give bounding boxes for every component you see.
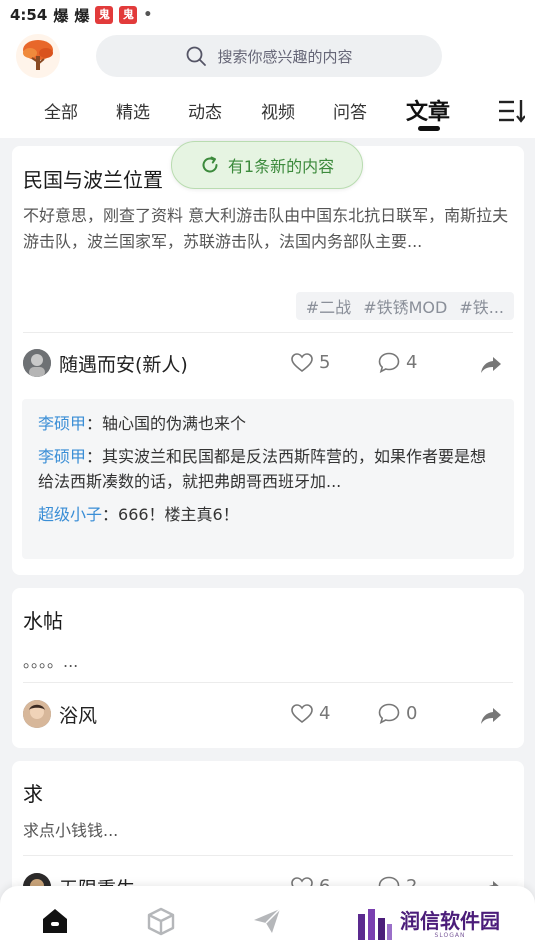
comment-icon xyxy=(378,703,400,724)
author-name[interactable]: 随遇而安(新人) xyxy=(59,350,188,377)
new-content-toast[interactable]: 有1条新的内容 xyxy=(171,141,363,189)
post-author[interactable]: 随遇而安(新人) xyxy=(23,349,188,377)
toast-label: 有1条新的内容 xyxy=(227,157,335,176)
category-tabs: 全部 精选 动态 视频 问答 文章 xyxy=(0,90,535,134)
status-time: 4:54 xyxy=(10,6,48,24)
status-app-icon: 鬼 xyxy=(95,6,114,24)
tab-articles[interactable]: 文章 xyxy=(406,94,450,126)
watermark: 润信软件园 SLOGAN xyxy=(356,906,500,942)
status-app-icon: 鬼 xyxy=(119,6,138,24)
post-excerpt: 。。。。... xyxy=(23,652,79,671)
tree-avatar-icon xyxy=(16,34,60,78)
share-icon[interactable] xyxy=(480,356,502,374)
post-card[interactable]: 民国与波兰位置 不好意思，刚查了资料 意大利游击队由中国东北抗日联军，南斯拉夫游… xyxy=(12,146,524,575)
comment-user[interactable]: 超级小子 xyxy=(38,505,102,524)
post-card[interactable]: 水帖 。。。。... 浴风 4 0 xyxy=(12,588,524,748)
home-icon[interactable] xyxy=(40,906,70,936)
divider xyxy=(23,682,513,683)
send-icon[interactable] xyxy=(252,906,282,936)
comment-count: 0 xyxy=(406,703,418,724)
comment-button[interactable]: 0 xyxy=(378,703,417,724)
comment-user[interactable]: 李硕甲 xyxy=(38,414,86,433)
comment-item[interactable]: 李硕甲：轴心国的伪满也来个 xyxy=(38,411,498,436)
tab-dynamic[interactable]: 动态 xyxy=(188,98,222,123)
post-title[interactable]: 民国与波兰位置 xyxy=(23,164,163,193)
post-tags: #二战 #铁锈MOD #铁... xyxy=(295,292,514,320)
comment-text: ：轴心国的伪满也来个 xyxy=(86,414,247,433)
heart-icon xyxy=(291,352,313,372)
post-title[interactable]: 水帖 xyxy=(23,605,63,634)
post-author[interactable]: 浴风 xyxy=(23,700,97,728)
tab-video[interactable]: 视频 xyxy=(261,98,295,123)
like-count: 5 xyxy=(319,352,331,373)
comment-button[interactable]: 4 xyxy=(378,352,417,373)
tab-qa[interactable]: 问答 xyxy=(333,98,367,123)
tab-menu-icon[interactable] xyxy=(497,98,525,124)
user-avatar[interactable] xyxy=(16,34,60,78)
watermark-logo xyxy=(358,909,392,940)
author-name[interactable]: 浴风 xyxy=(59,701,97,728)
tag[interactable]: #二战 xyxy=(306,294,351,318)
post-excerpt: 求点小钱钱... xyxy=(23,821,119,840)
divider xyxy=(23,332,513,333)
tab-all[interactable]: 全部 xyxy=(44,98,78,123)
search-placeholder: 搜索你感兴趣的内容 xyxy=(217,47,353,66)
like-count: 4 xyxy=(319,703,331,724)
tab-featured[interactable]: 精选 xyxy=(116,98,150,123)
comment-user[interactable]: 李硕甲 xyxy=(38,447,86,466)
post-excerpt: 不好意思，刚查了资料 意大利游击队由中国东北抗日联军，南斯拉夫游击队，波兰国家军… xyxy=(23,206,509,251)
status-bar: 4:54 爆 爆 鬼 鬼 • xyxy=(0,0,535,30)
like-button[interactable]: 4 xyxy=(291,703,330,724)
comment-text: ：其实波兰和民国都是反法西斯阵营的，如果作者要是想给法西斯凑数的话，就把弗朗哥西… xyxy=(38,447,487,491)
status-more-dot: • xyxy=(143,7,153,23)
tag[interactable]: #铁锈MOD xyxy=(363,294,447,318)
comment-item[interactable]: 李硕甲：其实波兰和民国都是反法西斯阵营的，如果作者要是想给法西斯凑数的话，就把弗… xyxy=(38,444,498,494)
header: 搜索你感兴趣的内容 全部 精选 动态 视频 问答 文章 xyxy=(0,30,535,138)
post-title[interactable]: 求 xyxy=(23,778,43,807)
active-tab-indicator xyxy=(418,126,440,131)
author-avatar[interactable] xyxy=(23,700,51,728)
search-bar[interactable]: 搜索你感兴趣的内容 xyxy=(96,35,442,77)
comment-text: ：666！楼主真6！ xyxy=(102,505,239,524)
comment-count: 4 xyxy=(406,352,418,373)
comment-icon xyxy=(378,352,400,373)
box-icon[interactable] xyxy=(146,906,176,936)
status-notification-icon: 爆 xyxy=(53,6,69,25)
comment-preview[interactable]: 李硕甲：轴心国的伪满也来个 李硕甲：其实波兰和民国都是反法西斯阵营的，如果作者要… xyxy=(22,399,514,559)
tag[interactable]: #铁... xyxy=(459,294,504,318)
like-button[interactable]: 5 xyxy=(291,352,330,373)
watermark-brand: 润信软件园 xyxy=(400,908,500,933)
share-icon[interactable] xyxy=(480,707,502,725)
comment-item[interactable]: 超级小子：666！楼主真6！ xyxy=(38,502,498,527)
search-icon xyxy=(187,46,207,66)
divider xyxy=(23,855,513,856)
refresh-icon xyxy=(202,156,218,173)
heart-icon xyxy=(291,703,313,723)
author-avatar[interactable] xyxy=(23,349,51,377)
watermark-slogan: SLOGAN xyxy=(434,931,466,939)
status-notification-icon: 爆 xyxy=(74,6,90,25)
